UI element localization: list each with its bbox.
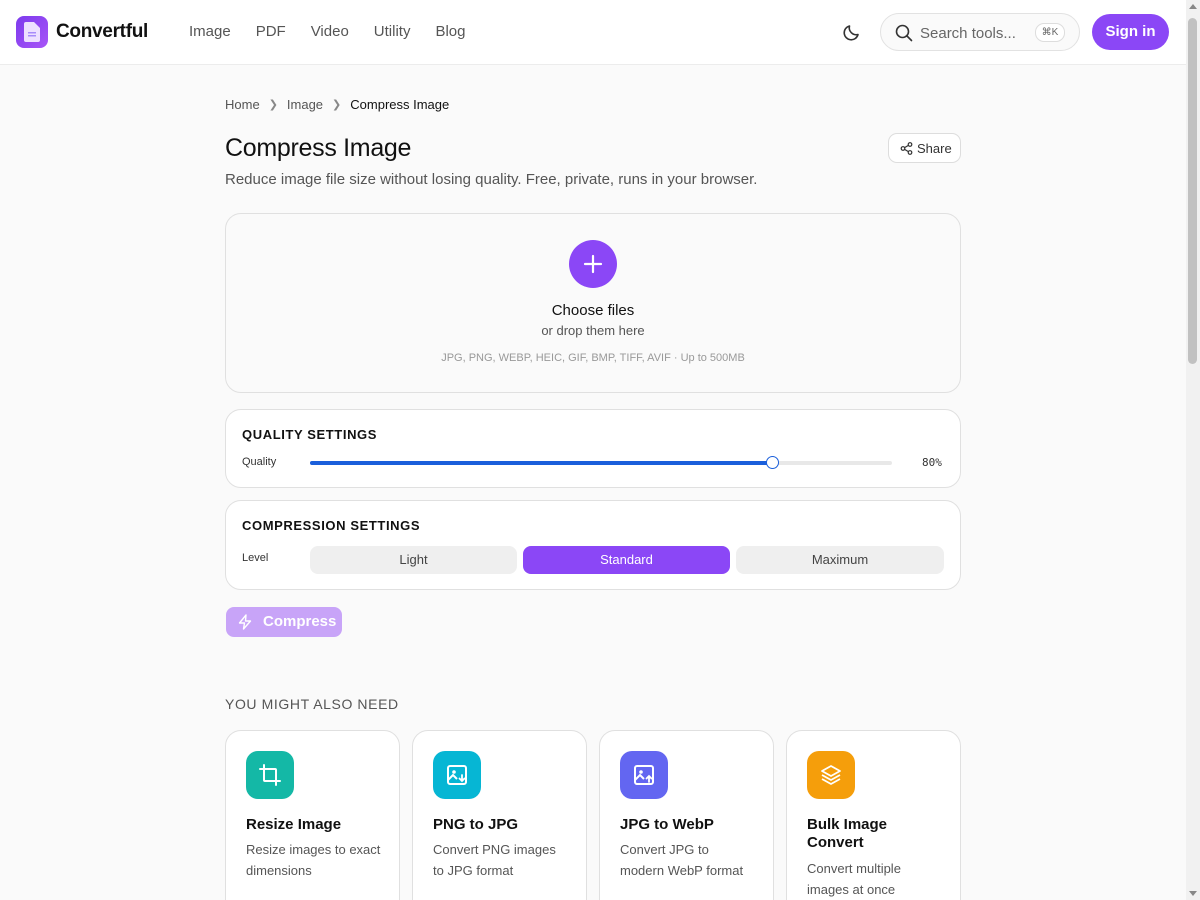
nav-item-video[interactable]: Video bbox=[311, 23, 349, 40]
supported-formats: JPG, PNG, WEBP, HEIC, GIF, BMP, TIFF, AV… bbox=[441, 352, 745, 364]
tool-icon-box bbox=[246, 751, 294, 799]
level-option-maximum[interactable]: Maximum bbox=[736, 546, 944, 574]
quality-slider-fill bbox=[310, 461, 772, 465]
nav-item-image[interactable]: Image bbox=[189, 23, 231, 40]
share-button[interactable]: Share bbox=[888, 133, 961, 163]
share-label: Share bbox=[917, 141, 952, 156]
scrollbar-thumb[interactable] bbox=[1188, 18, 1197, 364]
scrollbar[interactable] bbox=[1186, 0, 1200, 900]
search-shortcut-badge: ⌘K bbox=[1035, 23, 1065, 42]
tool-description: Convert PNG images to JPG format bbox=[433, 842, 556, 878]
theme-toggle-button[interactable] bbox=[840, 20, 864, 44]
nav-item-utility[interactable]: Utility bbox=[374, 23, 411, 40]
scroll-up-icon[interactable] bbox=[1189, 4, 1197, 9]
logo[interactable] bbox=[16, 16, 48, 48]
related-tools-heading: YOU MIGHT ALSO NEED bbox=[225, 696, 399, 712]
file-dropzone[interactable]: Choose files or drop them here JPG, PNG,… bbox=[225, 213, 961, 393]
level-option-light[interactable]: Light bbox=[310, 546, 517, 574]
document-icon bbox=[24, 22, 40, 42]
compression-settings-card: COMPRESSION SETTINGS Level Light Standar… bbox=[225, 500, 961, 590]
nav-item-pdf[interactable]: PDF bbox=[256, 23, 286, 40]
image-convert-icon bbox=[447, 765, 467, 785]
tool-name: Bulk Image Convert bbox=[807, 816, 888, 851]
page-subtitle: Reduce image file size without losing qu… bbox=[225, 171, 758, 188]
level-option-standard[interactable]: Standard bbox=[523, 546, 730, 574]
choose-files-label[interactable]: Choose files bbox=[226, 302, 960, 319]
quality-slider[interactable] bbox=[310, 456, 892, 469]
plus-icon bbox=[583, 254, 603, 274]
nav-item-blog[interactable]: Blog bbox=[435, 23, 465, 40]
search-placeholder: Search tools... bbox=[920, 25, 1016, 42]
breadcrumb-current: Compress Image bbox=[350, 97, 450, 112]
chevron-right-icon: ❯ bbox=[268, 99, 278, 111]
share-icon bbox=[900, 142, 913, 155]
tool-icon-box bbox=[620, 751, 668, 799]
breadcrumb-home[interactable]: Home bbox=[225, 97, 260, 112]
quality-settings-card: QUALITY SETTINGS Quality 80% bbox=[225, 409, 961, 488]
tool-card-bulk-image-convert[interactable]: Bulk Image Convert Convert multiple imag… bbox=[786, 730, 961, 900]
main-nav: Image PDF Video Utility Blog bbox=[189, 23, 491, 40]
image-upload-icon bbox=[634, 765, 654, 785]
tool-description: Convert JPG to modern WebP format bbox=[620, 842, 744, 878]
search-icon bbox=[895, 24, 913, 42]
scroll-down-icon[interactable] bbox=[1189, 891, 1197, 896]
quality-settings-title: QUALITY SETTINGS bbox=[242, 427, 378, 442]
top-header: Convertful Image PDF Video Utility Blog … bbox=[0, 0, 1186, 65]
tool-icon-box bbox=[433, 751, 481, 799]
tool-name: Resize Image bbox=[246, 816, 342, 833]
search-box[interactable]: Search tools... ⌘K bbox=[880, 13, 1080, 51]
tool-card-jpg-to-webp[interactable]: JPG to WebP Convert JPG to modern WebP f… bbox=[599, 730, 774, 900]
breadcrumb-image[interactable]: Image bbox=[287, 97, 323, 112]
quality-value: 80% bbox=[922, 456, 942, 469]
layers-icon bbox=[821, 765, 841, 785]
tool-card-png-to-jpg[interactable]: PNG to JPG Convert PNG images to JPG for… bbox=[412, 730, 587, 900]
chevron-right-icon: ❯ bbox=[332, 99, 342, 111]
compress-label: Compress bbox=[263, 613, 337, 630]
add-files-button[interactable] bbox=[569, 240, 617, 288]
lightning-icon bbox=[238, 614, 252, 630]
drop-hint: or drop them here bbox=[541, 323, 645, 338]
moon-icon bbox=[843, 25, 859, 41]
breadcrumb: Home ❯ Image ❯ Compress Image bbox=[225, 97, 449, 112]
tool-name: PNG to JPG bbox=[433, 816, 519, 833]
tool-icon-box bbox=[807, 751, 855, 799]
tool-description: Resize images to exact dimensions bbox=[246, 842, 381, 878]
tool-description: Convert multiple images at once bbox=[807, 861, 901, 897]
tool-card-resize-image[interactable]: Resize Image Resize images to exact dime… bbox=[225, 730, 400, 900]
sign-in-button[interactable]: Sign in bbox=[1092, 14, 1169, 50]
quality-slider-handle[interactable] bbox=[766, 456, 779, 469]
compress-button[interactable]: Compress bbox=[226, 607, 342, 637]
compression-settings-title: COMPRESSION SETTINGS bbox=[242, 518, 421, 533]
tool-name: JPG to WebP bbox=[620, 816, 714, 833]
crop-icon bbox=[259, 764, 281, 786]
page-title: Compress Image bbox=[225, 134, 412, 162]
quality-label: Quality bbox=[242, 456, 277, 468]
brand-name[interactable]: Convertful bbox=[56, 21, 148, 43]
level-label: Level bbox=[242, 552, 269, 564]
